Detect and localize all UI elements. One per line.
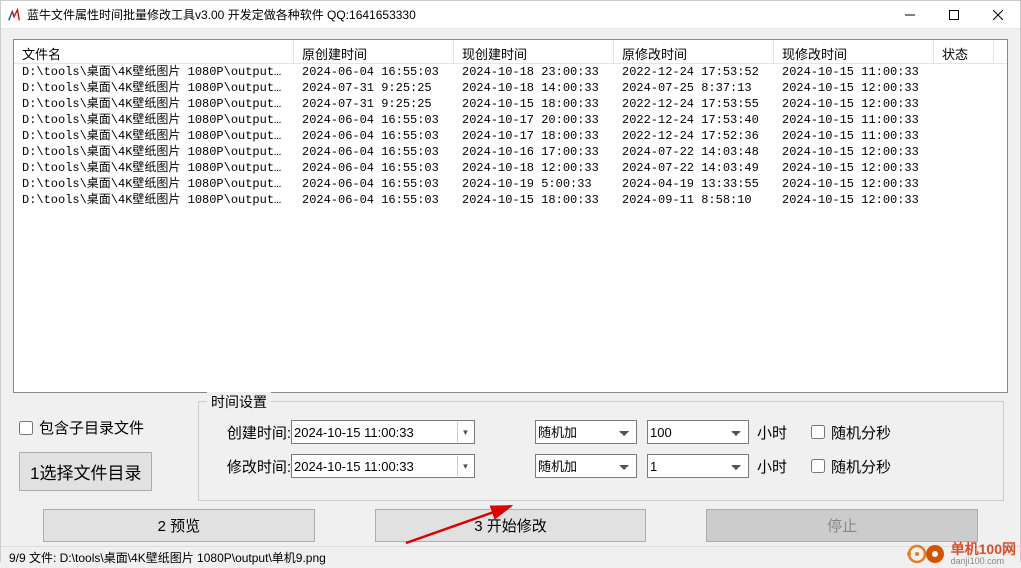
close-button[interactable] xyxy=(976,1,1020,29)
table-row[interactable]: D:\tools\桌面\4K壁纸图片 1080P\output\单机…2024-… xyxy=(14,144,1007,160)
window-title: 蓝牛文件属性时间批量修改工具v3.00 开发定做各种软件 QQ:16416533… xyxy=(27,6,888,23)
table-row[interactable]: D:\tools\桌面\4K壁纸图片 1080P\output\单机…2024-… xyxy=(14,112,1007,128)
hours-label: 小时 xyxy=(757,456,787,477)
table-row[interactable]: D:\tools\桌面\4K壁纸图片 1080P\output\单机…2024-… xyxy=(14,64,1007,80)
watermark: 单机100网 danji100.com xyxy=(907,542,1016,566)
table-row[interactable]: D:\tools\桌面\4K壁纸图片 1080P\output\单机…2024-… xyxy=(14,96,1007,112)
col-now-modify[interactable]: 现修改时间 xyxy=(774,40,934,63)
modify-time-label: 修改时间: xyxy=(211,456,291,477)
include-subdir-input[interactable] xyxy=(19,421,33,435)
create-random-mode[interactable]: 随机加 xyxy=(535,420,637,444)
window-controls xyxy=(888,1,1020,29)
create-random-value[interactable]: 100 xyxy=(647,420,749,444)
watermark-icon xyxy=(907,542,947,566)
minimize-button[interactable] xyxy=(888,1,932,29)
col-orig-create[interactable]: 原创建时间 xyxy=(294,40,454,63)
status-text: 9/9 文件: D:\tools\桌面\4K壁纸图片 1080P\output\… xyxy=(9,551,326,565)
table-row[interactable]: D:\tools\桌面\4K壁纸图片 1080P\output\单机…2024-… xyxy=(14,128,1007,144)
table-row[interactable]: D:\tools\桌面\4K壁纸图片 1080P\output\单机…2024-… xyxy=(14,176,1007,192)
col-status[interactable]: 状态 xyxy=(934,40,994,63)
hours-label: 小时 xyxy=(757,422,787,443)
stop-button: 停止 xyxy=(706,509,978,542)
modify-random-sec-checkbox[interactable]: 随机分秒 xyxy=(811,456,891,477)
action-buttons: 2 预览 3 开始修改 停止 xyxy=(1,509,1020,546)
select-dir-button[interactable]: 1选择文件目录 xyxy=(19,452,152,491)
preview-button[interactable]: 2 预览 xyxy=(43,509,315,542)
col-orig-modify[interactable]: 原修改时间 xyxy=(614,40,774,63)
table-body[interactable]: D:\tools\桌面\4K壁纸图片 1080P\output\单机…2024-… xyxy=(14,64,1007,392)
status-bar: 9/9 文件: D:\tools\桌面\4K壁纸图片 1080P\output\… xyxy=(1,546,1020,568)
modify-time-input[interactable] xyxy=(291,454,475,478)
titlebar: 蓝牛文件属性时间批量修改工具v3.00 开发定做各种软件 QQ:16416533… xyxy=(1,1,1020,29)
modify-random-value[interactable]: 1 xyxy=(647,454,749,478)
group-label: 时间设置 xyxy=(207,392,271,412)
table-row[interactable]: D:\tools\桌面\4K壁纸图片 1080P\output\单机…2024-… xyxy=(14,80,1007,96)
create-random-sec-checkbox[interactable]: 随机分秒 xyxy=(811,422,891,443)
start-button[interactable]: 3 开始修改 xyxy=(375,509,647,542)
main-window: 蓝牛文件属性时间批量修改工具v3.00 开发定做各种软件 QQ:16416533… xyxy=(0,0,1021,562)
create-time-label: 创建时间: xyxy=(211,422,291,443)
modify-random-mode[interactable]: 随机加 xyxy=(535,454,637,478)
include-subdir-checkbox[interactable]: 包含子目录文件 xyxy=(19,417,198,438)
col-now-create[interactable]: 现创建时间 xyxy=(454,40,614,63)
col-filename[interactable]: 文件名 xyxy=(14,40,294,63)
app-icon xyxy=(7,8,21,22)
table-row[interactable]: D:\tools\桌面\4K壁纸图片 1080P\output\单机…2024-… xyxy=(14,160,1007,176)
maximize-button[interactable] xyxy=(932,1,976,29)
table-row[interactable]: D:\tools\桌面\4K壁纸图片 1080P\output\单机…2024-… xyxy=(14,192,1007,208)
file-table[interactable]: 文件名 原创建时间 现创建时间 原修改时间 现修改时间 状态 D:\tools\… xyxy=(13,39,1008,393)
time-settings-group: 时间设置 创建时间: ▼ 随机加 100 小时 随机分秒 修改时间: xyxy=(198,401,1004,501)
table-header: 文件名 原创建时间 现创建时间 原修改时间 现修改时间 状态 xyxy=(14,40,1007,64)
create-time-input[interactable] xyxy=(291,420,475,444)
